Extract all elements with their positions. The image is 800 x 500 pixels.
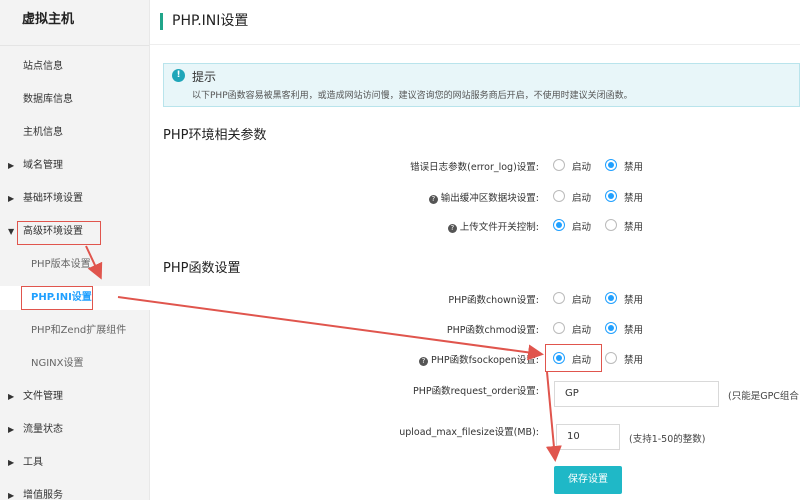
sidebar-item-file-manage[interactable]: ▶ 文件管理 <box>0 385 150 409</box>
sidebar-item-label: 增值服务 <box>23 490 63 500</box>
section-title-env: PHP环境相关参数 <box>163 128 267 143</box>
caret-right-icon: ▶ <box>8 491 15 500</box>
radio-label-off: 禁用 <box>624 355 644 366</box>
save-button[interactable]: 保存设置 <box>554 466 622 494</box>
sidebar-item-label: 工具 <box>23 457 43 468</box>
chmod-label: PHP函数chmod设置: <box>446 325 539 336</box>
help-icon[interactable]: ? <box>428 195 438 204</box>
error-log-label: 错误日志参数(error_log)设置: <box>410 162 539 173</box>
help-icon[interactable]: ? <box>447 224 457 233</box>
output-buffer-off-radio[interactable] <box>605 190 617 202</box>
radio-label-off: 禁用 <box>624 295 644 306</box>
error-log-on-radio[interactable] <box>553 159 565 171</box>
annotation-box-advanced-env <box>17 221 101 245</box>
chmod-on-radio[interactable] <box>553 322 565 334</box>
output-buffer-label: ? 输出缓冲区数据块设置: <box>428 190 539 204</box>
chmod-off-radio[interactable] <box>605 322 617 334</box>
caret-right-icon: ▶ <box>8 161 15 170</box>
notice-text: 以下PHP函数容易被黑客利用，或造成网站访问慢，建议咨询您的网站服务商后开启，不… <box>192 91 633 101</box>
sidebar-item-label: PHP和Zend扩展组件 <box>31 325 127 336</box>
radio-label-on: 启动 <box>572 295 592 306</box>
caret-down-icon: ▼ <box>8 227 15 236</box>
help-icon[interactable]: ? <box>418 357 428 366</box>
file-upload-label: ? 上传文件开关控制: <box>447 219 539 233</box>
radio-label-on: 启动 <box>572 162 592 173</box>
sidebar-item-label: NGINX设置 <box>31 358 84 369</box>
sidebar-item-label: 基础环境设置 <box>23 193 83 204</box>
title-accent-bar <box>160 13 163 30</box>
fsockopen-on-radio[interactable] <box>553 352 565 364</box>
radio-label-on: 启动 <box>572 325 592 336</box>
upload-max-hint: (支持1-50的整数) <box>629 434 706 445</box>
caret-right-icon: ▶ <box>8 425 15 434</box>
notice-box: ! 提示 以下PHP函数容易被黑客利用，或造成网站访问慢，建议咨询您的网站服务商… <box>163 63 800 107</box>
radio-label-off: 禁用 <box>624 222 644 233</box>
sidebar-item-label: 站点信息 <box>23 61 63 72</box>
request-order-label: PHP函数request_order设置: <box>413 386 539 397</box>
notice-title: 提示 <box>192 70 217 84</box>
info-icon: ! <box>172 69 185 82</box>
radio-label-on: 启动 <box>572 355 592 366</box>
annotation-box-php-ini <box>21 286 93 310</box>
sidebar-title: 虚拟主机 <box>0 0 149 46</box>
caret-right-icon: ▶ <box>8 458 15 467</box>
fsockopen-label: ? PHP函数fsockopen设置: <box>418 352 539 366</box>
sidebar-item-label: PHP版本设置 <box>31 259 91 270</box>
request-order-hint: (只能是GPC组合 <box>728 391 799 402</box>
chown-on-radio[interactable] <box>553 292 565 304</box>
sidebar-item-nginx[interactable]: NGINX设置 <box>0 352 150 376</box>
sidebar-item-php-version[interactable]: PHP版本设置 <box>0 253 150 277</box>
sidebar-item-tools[interactable]: ▶ 工具 <box>0 451 150 475</box>
radio-label-off: 禁用 <box>624 162 644 173</box>
sidebar-item-domain[interactable]: ▶ 域名管理 <box>0 154 150 178</box>
sidebar-item-basic-env[interactable]: ▶ 基础环境设置 <box>0 187 150 211</box>
fsockopen-off-radio[interactable] <box>605 352 617 364</box>
sidebar-item-label: 文件管理 <box>23 391 63 402</box>
sidebar-item-label: 数据库信息 <box>23 94 73 105</box>
upload-max-input[interactable]: 10 <box>556 424 620 450</box>
page-title: PHP.INI设置 <box>172 13 249 29</box>
sidebar-item-host-info[interactable]: 主机信息 <box>0 121 150 145</box>
sidebar-item-database-info[interactable]: 数据库信息 <box>0 88 150 112</box>
radio-label-off: 禁用 <box>624 325 644 336</box>
caret-right-icon: ▶ <box>8 194 15 203</box>
caret-right-icon: ▶ <box>8 392 15 401</box>
sidebar-item-traffic[interactable]: ▶ 流量状态 <box>0 418 150 442</box>
chown-off-radio[interactable] <box>605 292 617 304</box>
error-log-off-radio[interactable] <box>605 159 617 171</box>
sidebar-item-site-info[interactable]: 站点信息 <box>0 55 150 79</box>
upload-max-label: upload_max_filesize设置(MB): <box>399 427 539 438</box>
sidebar-item-label: 域名管理 <box>23 160 63 171</box>
sidebar-item-php-zend[interactable]: PHP和Zend扩展组件 <box>0 319 150 343</box>
section-title-functions: PHP函数设置 <box>163 261 241 276</box>
chown-label: PHP函数chown设置: <box>448 295 539 306</box>
radio-label-on: 启动 <box>572 193 592 204</box>
sidebar-item-value-added[interactable]: ▶ 增值服务 <box>0 484 150 500</box>
radio-label-off: 禁用 <box>624 193 644 204</box>
file-upload-on-radio[interactable] <box>553 219 565 231</box>
sidebar: 虚拟主机 站点信息 数据库信息 主机信息 ▶ 域名管理 ▶ 基础环境设置 ▼ 高级环境… <box>0 0 150 500</box>
sidebar-item-label: 主机信息 <box>23 127 63 138</box>
output-buffer-on-radio[interactable] <box>553 190 565 202</box>
file-upload-off-radio[interactable] <box>605 219 617 231</box>
radio-label-on: 启动 <box>572 222 592 233</box>
header-divider <box>150 44 800 45</box>
request-order-input[interactable]: GP <box>554 381 719 407</box>
sidebar-item-label: 流量状态 <box>23 424 63 435</box>
